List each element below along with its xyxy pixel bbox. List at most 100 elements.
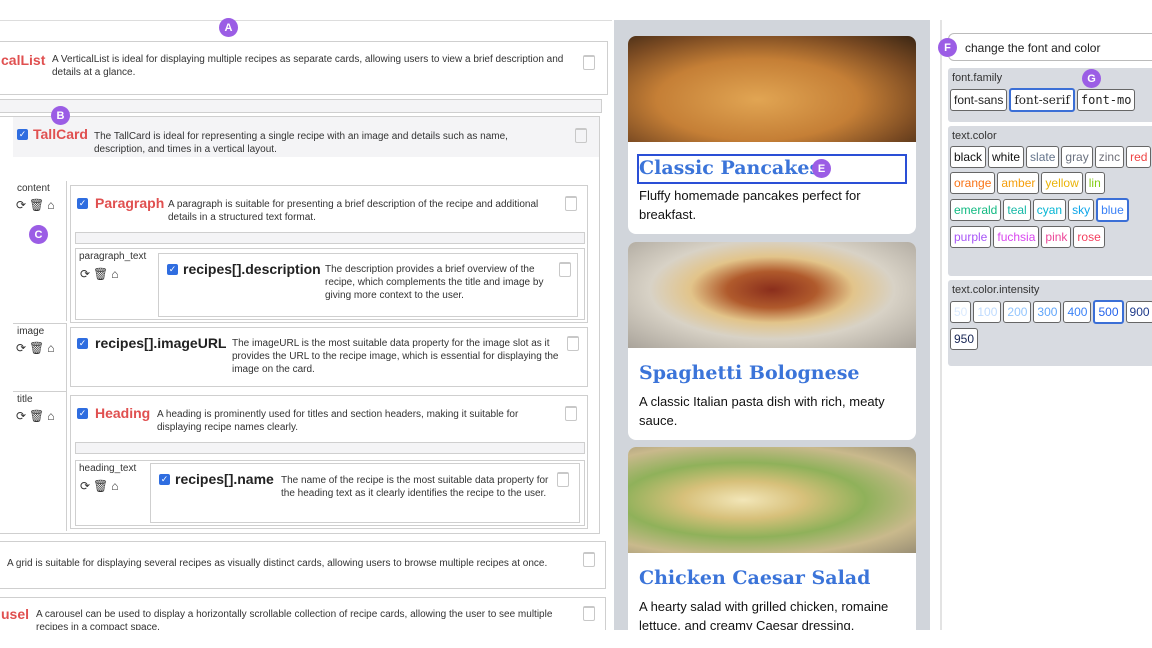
slot-actions[interactable]: ⟳🗑⌂ [80,479,122,493]
font-option-font-sans[interactable]: font-sans [950,89,1008,111]
imageurl-prop-node[interactable]: ✓ recipes[].imageURL The imageURL is the… [70,327,588,387]
intensity-section: text.color.intensity 50 100 200 300 400 500 90… [948,280,1152,366]
color-option-lin[interactable]: lin [1084,172,1105,194]
annotation-b: B [51,106,70,125]
paragraph-checkbox[interactable]: ✓ [77,198,88,209]
heading-desc: A heading is prominently used for titles… [157,409,519,433]
tallcard-node[interactable]: ✓ TallCard The TallCard is ideal for rep… [0,116,600,534]
slot-label: image [17,326,45,337]
color-option-slate[interactable]: slate [1026,146,1060,168]
name-prop-desc: The name of the recipe is the most suita… [281,475,549,499]
color-option-white[interactable]: white [988,146,1025,168]
heading-text-slot: heading_text ⟳🗑⌂ ✓ recipes[].name The na… [75,460,585,526]
trash-icon[interactable] [567,336,579,351]
color-option-teal[interactable]: teal [1003,199,1031,221]
trash-icon[interactable] [583,55,595,70]
divider-bar [75,442,585,454]
slot-label: heading_text [79,463,137,474]
intensity-option-100[interactable]: 100 [973,301,1002,323]
color-option-blue[interactable]: blue [1096,198,1129,222]
color-option-emerald[interactable]: emerald [950,199,1002,221]
desc-checkbox[interactable]: ✓ [167,264,178,275]
annotation-f: F [938,38,957,57]
text-color-options: black white slate gray zinc red orange amber yel… [948,144,1152,250]
intensity-option-950[interactable]: 950 [950,328,979,350]
intensity-option-300[interactable]: 300 [1033,301,1062,323]
style-panel: change the font and color font.family fo… [940,20,1152,630]
intensity-option-400[interactable]: 400 [1063,301,1092,323]
slot-actions[interactable]: ⟳🗑⌂ [16,198,63,212]
intensity-option-200[interactable]: 200 [1003,301,1032,323]
color-option-rose[interactable]: rose [1073,226,1105,248]
heading-checkbox[interactable]: ✓ [77,408,88,419]
trash-icon[interactable] [559,262,571,277]
recipe-card[interactable]: Spaghetti Bolognese A classic Italian pa… [628,242,916,440]
annotation-g: G [1082,69,1101,88]
slot-label: title [17,394,33,405]
color-option-sky[interactable]: sky [1068,199,1095,221]
recipe-desc: Fluffy homemade pancakes perfect for bre… [639,188,861,222]
intensity-option-50[interactable]: 50 [950,301,972,323]
recipe-card[interactable]: Chicken Caesar Salad A hearty salad with… [628,447,916,630]
text-color-label: text.color [952,130,997,142]
trash-icon[interactable] [565,196,577,211]
slot-title: title ⟳🗑⌂ [13,391,67,531]
intensity-option-900[interactable]: 900 [1125,301,1152,323]
paragraph-desc: A paragraph is suitable for presenting a… [168,199,539,223]
annotation-a: A [219,18,238,37]
color-option-cyan[interactable]: cyan [1032,199,1067,221]
slot-actions[interactable]: ⟳🗑⌂ [80,267,122,281]
intensity-option-500[interactable]: 500 [1093,300,1124,324]
font-option-font-mo[interactable]: font-mo [1076,89,1136,111]
description-prop-node[interactable]: ✓ recipes[].description The description … [158,253,578,317]
carousel-node[interactable]: usel A carousel can be used to display a… [0,597,606,630]
color-option-black[interactable]: black [950,146,987,168]
slot-label: content [17,183,50,194]
color-option-gray[interactable]: gray [1061,146,1093,168]
style-prompt-input[interactable]: change the font and color [948,33,1152,61]
tallcard-title: TallCard [33,126,88,142]
trash-icon[interactable] [575,128,587,143]
name-checkbox[interactable]: ✓ [159,474,170,485]
imageurl-desc: The imageURL is the most suitable data p… [232,338,559,375]
text-color-section: text.color black white slate gray zinc red ora… [948,126,1152,276]
trash-icon[interactable] [565,406,577,421]
tallcard-desc: The TallCard is ideal for representing a… [94,131,508,155]
tallcard-checkbox[interactable]: ✓ [17,129,28,140]
color-option-zinc[interactable]: zinc [1094,146,1125,168]
slot-content: content ⟳🗑⌂ [13,181,67,321]
heading-title: Heading [95,405,151,421]
grid-desc: A grid is suitable for displaying severa… [7,558,548,569]
color-option-pink[interactable]: pink [1041,226,1072,248]
vertical-list-node[interactable]: calList A VerticalList is ideal for disp… [0,41,608,95]
trash-icon[interactable] [557,472,569,487]
annotation-e: E [812,159,831,178]
heading-node[interactable]: ✓ Heading A heading is prominently used … [70,395,588,529]
divider-bar [0,99,602,113]
recipe-image-salad [628,447,916,553]
image-checkbox[interactable]: ✓ [77,338,88,349]
desc-prop-title: recipes[].description [183,261,321,277]
recipe-card[interactable]: Classic Pancakes Fluffy homemade pancake… [628,36,916,234]
recipe-title: Chicken Caesar Salad [639,567,871,589]
slot-actions[interactable]: ⟳🗑⌂ [16,341,63,355]
divider-bar [75,232,585,244]
color-option-amber[interactable]: amber [997,172,1040,194]
paragraph-node[interactable]: ✓ Paragraph A paragraph is suitable for … [70,185,588,323]
name-prop-node[interactable]: ✓ recipes[].name The name of the recipe … [150,463,580,523]
trash-icon[interactable] [583,552,595,567]
color-option-orange[interactable]: orange [950,172,996,194]
trash-icon[interactable] [583,606,595,621]
color-option-purple[interactable]: purple [950,226,992,248]
slot-actions[interactable]: ⟳🗑⌂ [16,409,63,423]
carousel-title: usel [1,606,30,622]
grid-node[interactable]: A grid is suitable for displaying severa… [0,541,606,589]
font-option-font-serif[interactable]: font-serif [1009,88,1075,112]
divider [940,20,942,630]
color-option-fuchsia[interactable]: fuchsia [993,226,1040,248]
paragraph-text-slot: paragraph_text ⟳🗑⌂ ✓ recipes[].descripti… [75,248,585,320]
vertical-list-title: calList [1,52,46,68]
color-option-yellow[interactable]: yellow [1041,172,1083,194]
intensity-options: 50 100 200 300 400 500 900 950 [948,298,1152,352]
color-option-red[interactable]: red [1126,146,1152,168]
